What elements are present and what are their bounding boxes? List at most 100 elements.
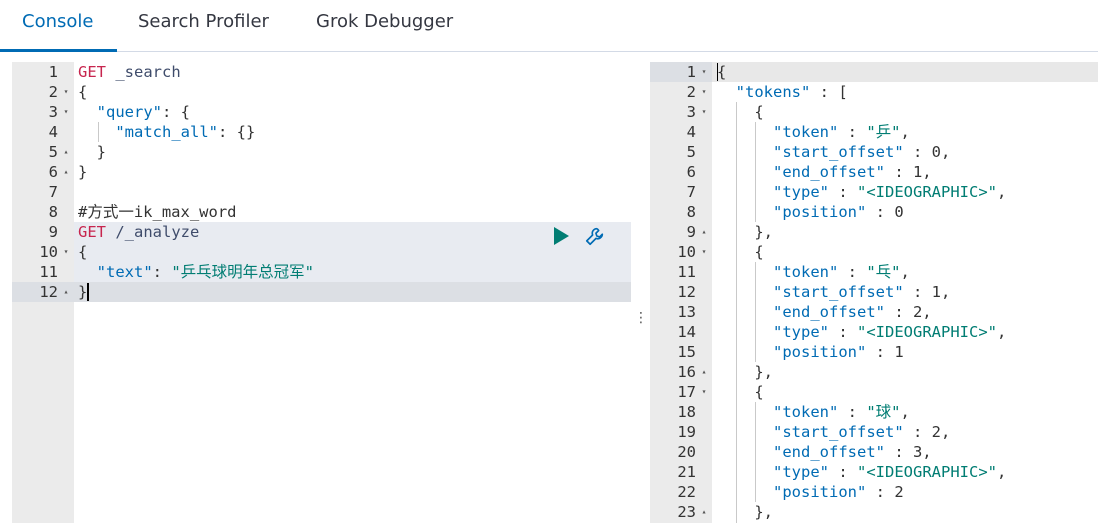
response-line-number: 17 xyxy=(677,383,696,401)
response-line-number: 15 xyxy=(677,343,696,361)
fold-toggle-icon[interactable]: ▾ xyxy=(698,382,710,402)
fold-toggle-icon xyxy=(698,302,710,322)
response-code-line: "token" : "乓", xyxy=(717,262,910,282)
code-token: } xyxy=(78,143,106,161)
fold-toggle-icon xyxy=(698,342,710,362)
request-code-line: GET _search xyxy=(78,62,181,82)
request-line-number: 8 xyxy=(48,203,58,221)
code-token: { xyxy=(717,243,764,261)
fold-toggle-icon[interactable]: ▴ xyxy=(698,502,710,522)
response-line-number: 5 xyxy=(686,143,696,161)
tab-console[interactable]: Console xyxy=(22,0,93,52)
request-code-line: { xyxy=(78,82,87,102)
fold-toggle-icon xyxy=(698,262,710,282)
code-token: "end_offset" xyxy=(773,303,885,321)
code-token: , xyxy=(996,463,1007,481)
response-code-line: "tokens" : [ xyxy=(717,82,848,102)
request-editor[interactable]: 1 GET _search 2 ▾{3 ▾ "query": {4 "match_all… xyxy=(12,62,631,523)
fold-toggle-icon xyxy=(698,462,710,482)
code-token: , xyxy=(996,183,1007,201)
response-code-line: }, xyxy=(717,502,773,522)
fold-toggle-icon[interactable]: ▾ xyxy=(60,242,72,262)
code-token: { xyxy=(717,103,764,121)
code-token: : 2, xyxy=(903,423,951,441)
request-code-line: { xyxy=(78,242,87,262)
response-line-number: 2 xyxy=(686,83,696,101)
code-token: : 0, xyxy=(903,143,951,161)
response-code-line: }, xyxy=(717,222,773,242)
code-token: "start_offset" xyxy=(773,283,904,301)
code-token: "start_offset" xyxy=(773,143,904,161)
response-line-number: 10 xyxy=(677,243,696,261)
code-token: : 1, xyxy=(903,283,951,301)
response-code-line: { xyxy=(717,102,764,122)
code-token: } xyxy=(78,163,88,181)
code-token: "position" xyxy=(773,203,867,221)
vertical-dots-icon[interactable]: ⋮ xyxy=(634,310,648,326)
fold-toggle-icon[interactable]: ▾ xyxy=(698,82,710,102)
response-line-number: 1 xyxy=(686,63,696,81)
response-code-line: "token" : "球", xyxy=(717,402,910,422)
tab-search-profiler[interactable]: Search Profiler xyxy=(138,0,269,52)
fold-toggle-icon[interactable]: ▾ xyxy=(698,62,710,82)
code-token: : 2, xyxy=(884,303,932,321)
request-line-number: 9 xyxy=(48,223,58,241)
response-code-line: "type" : "<IDEOGRAPHIC>", xyxy=(717,182,1006,202)
fold-toggle-icon[interactable]: ▴ xyxy=(60,142,72,162)
code-token: "<IDEOGRAPHIC>" xyxy=(857,183,997,201)
code-token: { xyxy=(717,63,727,81)
code-token: "乒" xyxy=(866,123,901,141)
fold-toggle-icon[interactable]: ▴ xyxy=(698,222,710,242)
fold-toggle-icon[interactable]: ▴ xyxy=(698,362,710,382)
code-token: "query" xyxy=(96,103,162,121)
response-code-line: "type" : "<IDEOGRAPHIC>", xyxy=(717,322,1006,342)
response-line-number: 14 xyxy=(677,323,696,341)
request-code-line: "query": { xyxy=(78,102,190,122)
fold-toggle-icon[interactable]: ▾ xyxy=(698,102,710,122)
response-line-number: 16 xyxy=(677,363,696,381)
play-icon[interactable] xyxy=(554,227,569,245)
fold-toggle-icon xyxy=(698,202,710,222)
response-code-line: "type" : "<IDEOGRAPHIC>", xyxy=(717,462,1006,482)
code-token: }, xyxy=(717,363,773,381)
code-token: }, xyxy=(717,223,773,241)
code-token: "type" xyxy=(773,463,829,481)
code-token: : 0 xyxy=(866,203,904,221)
code-token: /_analyze xyxy=(106,223,200,241)
code-token: "<IDEOGRAPHIC>" xyxy=(857,323,997,341)
code-token: : {} xyxy=(217,123,256,141)
code-token: GET xyxy=(78,223,106,241)
fold-toggle-icon[interactable]: ▾ xyxy=(60,102,72,122)
fold-toggle-icon[interactable]: ▾ xyxy=(698,242,710,262)
code-token: "乓" xyxy=(866,263,901,281)
fold-toggle-icon xyxy=(698,122,710,142)
fold-toggle-icon xyxy=(60,262,72,282)
tab-grok-debugger[interactable]: Grok Debugger xyxy=(316,0,453,52)
response-line-number: 22 xyxy=(677,483,696,501)
code-token: GET xyxy=(78,63,106,81)
code-token: : xyxy=(152,263,172,281)
code-token: "token" xyxy=(773,123,839,141)
code-token: "end_offset" xyxy=(773,443,885,461)
fold-toggle-icon xyxy=(698,182,710,202)
fold-toggle-icon[interactable]: ▴ xyxy=(60,162,72,182)
code-token: , xyxy=(900,263,910,281)
fold-toggle-icon[interactable]: ▴ xyxy=(60,282,72,302)
response-line-number: 3 xyxy=(686,103,696,121)
code-token: "type" xyxy=(773,323,829,341)
wrench-icon[interactable] xyxy=(584,225,606,247)
response-line-number: 23 xyxy=(677,503,696,521)
fold-toggle-icon[interactable]: ▾ xyxy=(60,82,72,102)
request-line-number: 2 xyxy=(48,83,58,101)
code-token: : { xyxy=(162,103,190,121)
response-line-number: 12 xyxy=(677,283,696,301)
request-line-number: 10 xyxy=(39,243,58,261)
code-token: { xyxy=(78,243,88,261)
request-code-line: } xyxy=(78,162,87,182)
